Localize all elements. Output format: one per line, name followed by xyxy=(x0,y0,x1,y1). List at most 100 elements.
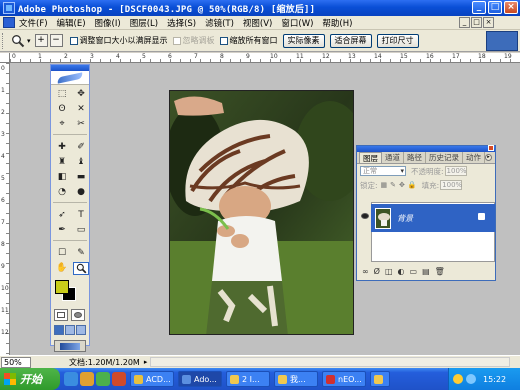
foreground-color-swatch[interactable] xyxy=(55,280,69,294)
tab-channels[interactable]: 通道 xyxy=(382,152,404,163)
hand-tool-icon[interactable]: ✋ xyxy=(54,262,70,275)
document-icon[interactable] xyxy=(3,17,15,28)
print-size-button[interactable]: 打印尺寸 xyxy=(376,33,419,48)
move-tool-icon[interactable]: ✥ xyxy=(73,88,89,101)
ie-quicklaunch-icon[interactable] xyxy=(64,372,78,386)
eraser-tool-icon[interactable]: ◧ xyxy=(54,171,70,184)
menu-view[interactable]: 视图(V) xyxy=(243,17,272,29)
history-brush-tool-icon[interactable]: ♝ xyxy=(73,156,89,169)
full-screen-menu-mode-button[interactable] xyxy=(65,325,75,335)
opacity-input[interactable]: 100% xyxy=(444,166,467,176)
clone-stamp-tool-icon[interactable]: ♜ xyxy=(54,156,70,169)
vertical-ruler[interactable]: 0 1 2 3 4 5 6 7 8 9 10 11 12 xyxy=(0,63,10,355)
jump-to-imageready-button[interactable] xyxy=(54,340,86,352)
start-button[interactable]: 开始 xyxy=(0,368,60,390)
photoshop-app-icon[interactable] xyxy=(3,2,15,14)
notes-tool-icon[interactable]: ☐ xyxy=(54,247,70,260)
lock-position-icon[interactable]: ✥ xyxy=(399,181,405,189)
actual-pixels-button[interactable]: 实际像素 xyxy=(282,33,325,48)
menu-window[interactable]: 窗口(W) xyxy=(281,17,313,29)
zoom-tool-icon[interactable] xyxy=(9,33,27,49)
ruler-origin[interactable] xyxy=(0,53,10,63)
minimize-button[interactable]: _ xyxy=(472,1,486,14)
app-quicklaunch-icon[interactable] xyxy=(112,372,126,386)
blur-tool-icon[interactable]: ◔ xyxy=(54,186,70,199)
healing-brush-tool-icon[interactable]: ✚ xyxy=(54,141,70,154)
status-menu-arrow-icon[interactable]: ▸ xyxy=(144,358,148,366)
lasso-tool-icon[interactable]: ʘ xyxy=(54,103,70,116)
new-group-icon[interactable]: ▭ xyxy=(410,267,418,276)
horizontal-scrollbar[interactable] xyxy=(150,357,510,367)
clock[interactable]: 15:22 xyxy=(483,375,506,384)
palette-close-icon[interactable] xyxy=(488,145,494,151)
zoom-in-icon[interactable]: + xyxy=(34,34,48,47)
zoom-out-icon[interactable]: − xyxy=(49,34,63,47)
doc-restore-button[interactable]: □ xyxy=(471,17,482,28)
blend-mode-select[interactable]: 正常 xyxy=(360,166,406,176)
zoom-tool-button[interactable] xyxy=(73,262,89,275)
add-mask-icon[interactable]: ◫ xyxy=(385,267,393,276)
crop-tool-icon[interactable]: ⌖ xyxy=(54,118,70,131)
horizontal-ruler[interactable]: 0 1 2 3 4 5 6 7 8 9 10 11 12 13 14 15 16… xyxy=(10,53,520,63)
new-layer-icon[interactable]: ▤ xyxy=(422,267,430,276)
tool-preset-arrow-icon[interactable]: ▾ xyxy=(27,37,31,45)
eye-icon[interactable] xyxy=(361,213,369,219)
adjustment-layer-icon[interactable]: ◐ xyxy=(398,267,405,276)
path-selection-tool-icon[interactable]: ➶ xyxy=(54,209,70,222)
quick-mask-button[interactable] xyxy=(71,309,85,321)
standard-screen-mode-button[interactable] xyxy=(54,325,64,335)
fill-input[interactable]: 100% xyxy=(440,180,462,190)
eyedropper-tool-icon[interactable]: ✎ xyxy=(73,247,89,260)
palette-well[interactable] xyxy=(486,31,518,51)
lock-transparency-icon[interactable]: ▦ xyxy=(381,181,388,189)
gradient-tool-icon[interactable]: ▬ xyxy=(73,171,89,184)
rectangle-tool-icon[interactable]: ▭ xyxy=(73,224,89,237)
doc-close-button[interactable]: × xyxy=(483,17,494,28)
zoom-all-windows-checkbox[interactable]: 缩放所有窗口 xyxy=(219,35,278,46)
menu-select[interactable]: 选择(S) xyxy=(167,17,196,29)
tab-history[interactable]: 历史记录 xyxy=(426,152,463,163)
layer-row-background[interactable]: 背景 xyxy=(371,204,495,232)
menu-layer[interactable]: 图层(L) xyxy=(130,17,158,29)
pen-tool-icon[interactable]: ✒ xyxy=(54,224,70,237)
layer-style-icon[interactable]: Ø xyxy=(374,267,380,276)
options-grip[interactable] xyxy=(2,32,5,49)
full-screen-mode-button[interactable] xyxy=(76,325,86,335)
menu-help[interactable]: 帮助(H) xyxy=(322,17,352,29)
task-button-explorer[interactable]: 2 I... xyxy=(226,371,270,387)
lock-all-icon[interactable]: 🔒 xyxy=(408,181,417,189)
tab-paths[interactable]: 路径 xyxy=(404,152,426,163)
brush-tool-icon[interactable]: ✐ xyxy=(73,141,89,154)
document-canvas[interactable] xyxy=(169,90,354,335)
task-button-app[interactable] xyxy=(370,371,390,387)
checkbox-box[interactable] xyxy=(219,36,228,45)
link-layers-icon[interactable]: ∞ xyxy=(362,267,369,276)
task-button-my-computer[interactable]: 我... xyxy=(274,371,318,387)
task-button-acdsee[interactable]: ACD... xyxy=(130,371,174,387)
dodge-tool-icon[interactable]: ● xyxy=(73,186,89,199)
menu-file[interactable]: 文件(F) xyxy=(19,17,48,29)
magic-wand-tool-icon[interactable]: ✕ xyxy=(73,103,89,116)
menu-edit[interactable]: 编辑(E) xyxy=(57,17,86,29)
messenger-quicklaunch-icon[interactable] xyxy=(96,372,110,386)
media-quicklaunch-icon[interactable] xyxy=(80,372,94,386)
doc-minimize-button[interactable]: _ xyxy=(459,17,470,28)
tab-actions[interactable]: 动作 xyxy=(463,152,485,163)
resize-windows-checkbox[interactable]: 调整窗口大小以满屏显示 xyxy=(69,35,168,46)
close-button[interactable]: × xyxy=(504,1,518,14)
slice-tool-icon[interactable]: ✂ xyxy=(73,118,89,131)
checkbox-box[interactable] xyxy=(69,36,78,45)
menu-image[interactable]: 图像(I) xyxy=(95,17,121,29)
menu-filter[interactable]: 滤镜(T) xyxy=(205,17,234,29)
network-icon[interactable] xyxy=(466,374,476,384)
delete-layer-icon[interactable]: 🗑 xyxy=(435,267,445,276)
maximize-button[interactable]: □ xyxy=(488,1,502,14)
fit-on-screen-button[interactable]: 适合屏幕 xyxy=(329,33,372,48)
tab-layers[interactable]: 图层 xyxy=(359,152,382,163)
task-button-photoshop[interactable]: Ado... xyxy=(178,371,222,387)
photoshop-logo[interactable] xyxy=(51,71,89,85)
zoom-level-field[interactable]: 50% xyxy=(1,356,31,368)
type-tool-icon[interactable]: T xyxy=(73,209,89,222)
standard-mode-button[interactable] xyxy=(54,309,68,321)
tray-icon[interactable] xyxy=(453,374,463,384)
